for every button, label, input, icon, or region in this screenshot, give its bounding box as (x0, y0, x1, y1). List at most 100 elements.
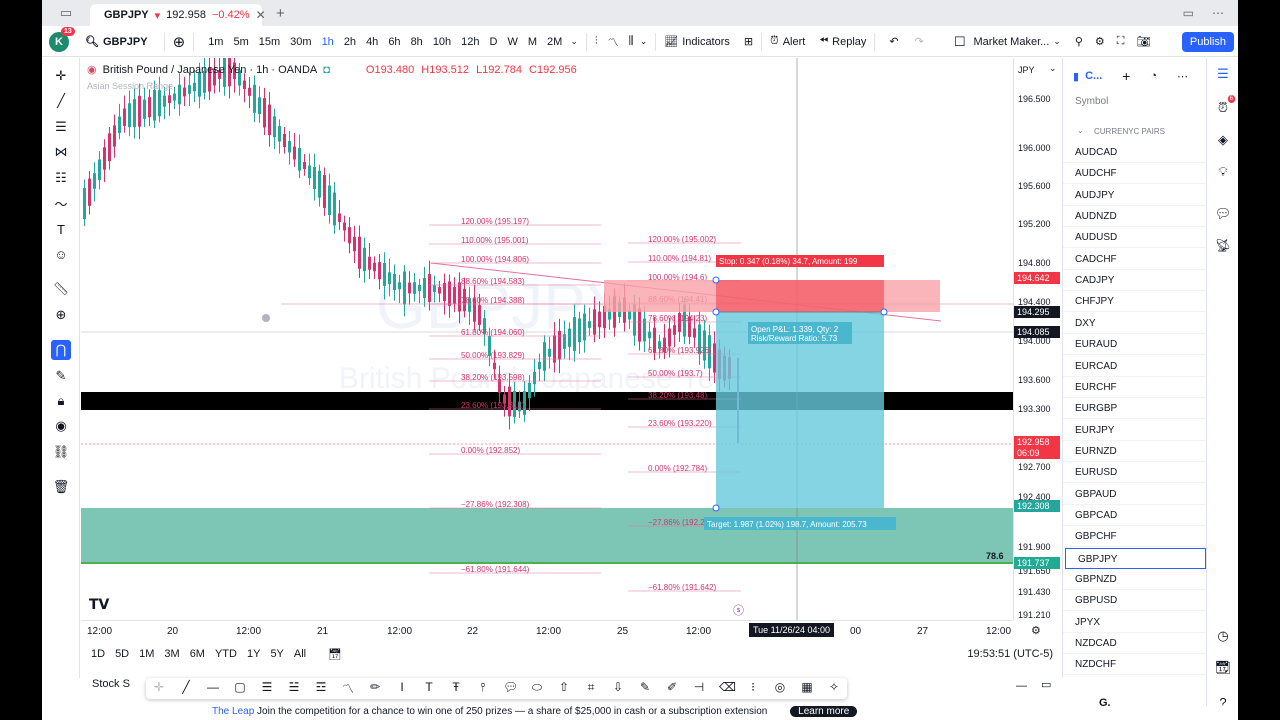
watchlist-settings-icon[interactable]: ◔ (1150, 70, 1157, 82)
magnet-icon[interactable]: ⋂ (51, 340, 71, 360)
settings-gear-icon[interactable]: ⚙ (1095, 35, 1105, 48)
text-anchor-icon[interactable]: Ŧ (449, 680, 463, 697)
watchlist-icon[interactable]: ☰ (1213, 64, 1233, 84)
alert-button[interactable]: ⏰︎ Alert (770, 35, 805, 48)
fib-retracement-icon[interactable]: ☰ (51, 117, 71, 137)
range-1y[interactable]: 1Y (247, 648, 260, 660)
promo-lead[interactable]: The Leap (212, 706, 254, 717)
speedometer-icon[interactable]: ◷ (1213, 626, 1233, 646)
compare-plus-icon[interactable]: ⊕ (173, 33, 186, 51)
promo-banner[interactable]: The Leap Join the competition for a chan… (42, 706, 1238, 720)
pencil-icon[interactable]: ✎ (638, 680, 652, 697)
fib-channel-icon[interactable]: ☱ (287, 680, 301, 697)
zoom-in-icon[interactable]: ⊕ (51, 305, 71, 325)
cross-icon[interactable]: ✛ (152, 680, 166, 697)
tf-1h[interactable]: 1h (322, 36, 334, 48)
broadcast-icon[interactable]: 📡︎ (1213, 236, 1233, 256)
currency-label[interactable]: JPY (1018, 65, 1035, 75)
text-cursor-icon[interactable]: I (395, 680, 409, 697)
stock-screener-tab[interactable]: Stock S (92, 678, 130, 690)
parallel-channel-icon[interactable]: ☲ (314, 680, 328, 697)
watchlist-item-audnzd[interactable]: AUDNZD (1063, 206, 1206, 228)
trend-line-icon[interactable]: ╱ (51, 91, 71, 111)
ideas-bulb-icon[interactable]: 💡︎ (1213, 162, 1233, 182)
watchlist-item-jpyx[interactable]: JPYX (1063, 612, 1206, 633)
range-ytd[interactable]: YTD (215, 648, 237, 660)
axis-settings-icon[interactable]: ⚙ (1031, 624, 1041, 637)
watchlist-item-gbpaud[interactable]: GBPAUD (1063, 484, 1206, 505)
watchlist-item-gbpusd[interactable]: GBPUSD (1063, 590, 1206, 612)
range-6m[interactable]: 6M (190, 648, 205, 660)
watchlist-item-gbpnzd[interactable]: GBPNZD (1063, 569, 1206, 590)
watchlist-item-audchf[interactable]: AUDCHF (1063, 163, 1206, 185)
chart-pane[interactable]: GBPJPY British Pound / Japanese Yen 120.… (81, 58, 1013, 620)
range-5y[interactable]: 5Y (270, 648, 283, 660)
watchlist-item-gbpjpy[interactable]: GBPJPY (1065, 547, 1206, 569)
indicators-button[interactable]: 📈︎ Indicators (664, 35, 730, 49)
redo-icon[interactable]: ↷ (915, 35, 924, 48)
time-axis[interactable]: Tue 11/26/24 04:00 00 ⚙ 12:00 20 12:00 21 12… (81, 620, 1041, 642)
undo-icon[interactable]: ↶ (889, 35, 898, 48)
emoji-icon[interactable]: ☺ (51, 244, 71, 264)
chat-icon[interactable]: 💬︎ (1213, 204, 1233, 224)
layout-name[interactable]: Market Maker... (974, 36, 1050, 48)
eye-icon[interactable]: ◉ (51, 416, 71, 436)
range-all[interactable]: All (294, 648, 306, 660)
browser-tab-gbpjpy[interactable]: GBPJPY ▾ 192.958 −0.42% ✕ (90, 4, 266, 26)
target-icon[interactable]: ◎ (773, 680, 787, 697)
stay-in-drawing-mode-icon[interactable]: ✎ (51, 366, 71, 386)
watchlist-item-eurjpy[interactable]: EURJPY (1063, 420, 1206, 441)
trash-icon[interactable]: 🗑︎ (51, 477, 71, 497)
ellipse-icon[interactable]: ⬭ (530, 680, 544, 697)
alerts-clock-icon[interactable]: ⏰︎ 6 (1213, 95, 1235, 118)
watchlist-item-chfjpy[interactable]: CHFJPY (1063, 291, 1206, 313)
watchlist-section-title[interactable]: CURRENYC PAIRS (1094, 127, 1165, 136)
add-symbol-icon[interactable]: + (1122, 68, 1130, 84)
lightning-icon[interactable]: ⓢ (733, 602, 744, 618)
legend-indicator-name[interactable]: Asian Session Range (87, 81, 173, 91)
calendar-range-icon[interactable]: 📅︎ (328, 648, 342, 661)
watchlist-item-audcad[interactable]: AUDCAD (1063, 142, 1206, 163)
tf-6h[interactable]: 6h (388, 36, 400, 48)
symbol-search[interactable]: 🔍︎ GBPJPY (85, 35, 148, 49)
watchlist-item-eurcad[interactable]: EURCAD (1063, 356, 1206, 377)
vertical-line-icon[interactable]: ⫯ (476, 680, 490, 697)
tf-12h[interactable]: 12h (461, 36, 479, 48)
utc-clock[interactable]: 19:53:51 (UTC-5) (967, 648, 1053, 660)
fullscreen-icon[interactable]: ⛶ (1117, 35, 1125, 48)
watchlist-item-gbpcad[interactable]: GBPCAD (1063, 505, 1206, 526)
avatar[interactable]: K 13 (49, 26, 75, 52)
watchlist-item-nzdchf[interactable]: NZDCHF (1063, 654, 1206, 676)
lock-icon[interactable]: 🔒︎ (51, 391, 71, 411)
watchlist-item-eurchf[interactable]: EURCHF (1063, 377, 1206, 398)
currency-dropdown-icon[interactable]: ⌄ (1049, 63, 1057, 74)
symbol-column-header[interactable]: Symbol (1075, 96, 1108, 107)
tf-15m[interactable]: 15m (259, 36, 280, 48)
calendar-icon[interactable]: 📆︎ (1213, 658, 1233, 678)
publish-button[interactable]: Publish (1181, 31, 1234, 52)
quick-search-icon[interactable]: ⚲ (1075, 35, 1083, 48)
section-collapse-icon[interactable]: ⌄ (1077, 126, 1084, 135)
camera-icon[interactable]: 📷︎ (1136, 35, 1150, 48)
ruler-icon[interactable]: 📏︎ (51, 279, 71, 299)
range-5d[interactable]: 5D (115, 648, 129, 660)
tf-5m[interactable]: 5m (233, 36, 248, 48)
tf-8h[interactable]: 8h (411, 36, 423, 48)
promo-cta[interactable]: Learn more (790, 706, 858, 717)
arrow-down-icon[interactable]: ⇩ (611, 680, 625, 697)
text-icon[interactable]: T (422, 680, 436, 697)
price-axis[interactable]: JPY ⌄ 196.500 196.000 195.600 195.200 194.80… (1013, 58, 1062, 620)
trend-line-icon[interactable]: ╱ (179, 680, 193, 697)
templates-grid-icon[interactable]: ⊞ (744, 35, 753, 48)
tf-1m[interactable]: 1m (208, 36, 223, 48)
tf-m[interactable]: M (528, 36, 537, 48)
tf-w[interactable]: W (507, 36, 517, 48)
dash-icon[interactable]: ⊣ (692, 680, 706, 697)
tf-d[interactable]: D (490, 36, 498, 48)
watchlist-name[interactable]: C... (1085, 70, 1102, 82)
chart-style-dropdown-icon[interactable]: ⌄ (640, 36, 648, 47)
watchlist-item-cadchf[interactable]: CADCHF (1063, 249, 1206, 270)
text-tool-icon[interactable]: T (51, 219, 71, 239)
tf-4h[interactable]: 4h (366, 36, 378, 48)
layout-dropdown-icon[interactable]: ⌄ (1053, 36, 1061, 47)
